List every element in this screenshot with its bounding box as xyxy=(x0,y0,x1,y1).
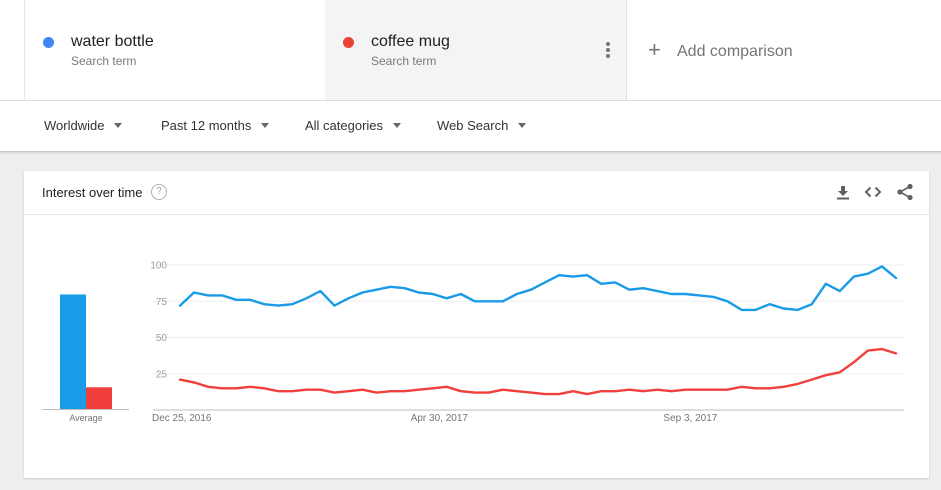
more-vert-icon[interactable] xyxy=(606,42,610,58)
term-card-water-bottle[interactable]: water bottle Search term xyxy=(24,0,327,100)
term-card-coffee-mug[interactable]: coffee mug Search term xyxy=(325,0,627,100)
average-label: Average xyxy=(69,413,102,423)
x-tick-label: Apr 30, 2017 xyxy=(411,413,469,424)
filter-category-dropdown[interactable]: All categories xyxy=(305,118,402,133)
series-color-dot xyxy=(43,37,54,48)
caret-down-icon xyxy=(393,123,402,128)
average-bar-coffee-mug xyxy=(86,387,112,409)
filter-label: Worldwide xyxy=(44,118,105,133)
caret-down-icon xyxy=(518,123,527,128)
filter-label: All categories xyxy=(305,118,384,133)
add-comparison-button[interactable]: + Add comparison xyxy=(627,0,941,100)
plus-icon: + xyxy=(648,37,661,62)
y-tick-label: 50 xyxy=(156,333,168,344)
y-tick-label: 100 xyxy=(150,261,167,272)
filter-time-range-dropdown[interactable]: Past 12 months xyxy=(161,118,270,133)
term-type: Search term xyxy=(71,54,137,68)
interest-chart: 25 50 75 100 Dec 25, 2016 Apr 30, 2017 Sep 3, … xyxy=(42,261,904,424)
filter-label: Web Search xyxy=(437,118,509,133)
series-line-water-bottle xyxy=(178,265,898,312)
y-tick-label: 75 xyxy=(156,297,168,308)
filter-search-type-dropdown[interactable]: Web Search xyxy=(437,118,527,133)
term-name[interactable]: water bottle xyxy=(71,33,154,51)
x-tick-label: Dec 25, 2016 xyxy=(152,413,212,424)
filter-region-dropdown[interactable]: Worldwide xyxy=(44,118,123,133)
add-comparison-label: Add comparison xyxy=(677,43,793,60)
filter-label: Past 12 months xyxy=(161,118,252,133)
series-line-coffee-mug xyxy=(178,347,898,396)
interest-over-time-card: Interest over time ? 25 50 75 100 Dec 25, 20… xyxy=(24,171,929,478)
caret-down-icon xyxy=(114,123,123,128)
x-tick-label: Sep 3, 2017 xyxy=(663,413,717,424)
term-name[interactable]: coffee mug xyxy=(371,33,450,51)
average-bar-water-bottle xyxy=(60,294,86,409)
caret-down-icon xyxy=(261,123,270,128)
y-tick-label: 25 xyxy=(156,369,168,380)
term-type: Search term xyxy=(371,54,437,68)
search-terms-bar: water bottle Search term coffee mug Sear… xyxy=(0,0,941,101)
filter-bar: Worldwide Past 12 months All categories … xyxy=(0,101,941,152)
series-color-dot xyxy=(343,37,354,48)
